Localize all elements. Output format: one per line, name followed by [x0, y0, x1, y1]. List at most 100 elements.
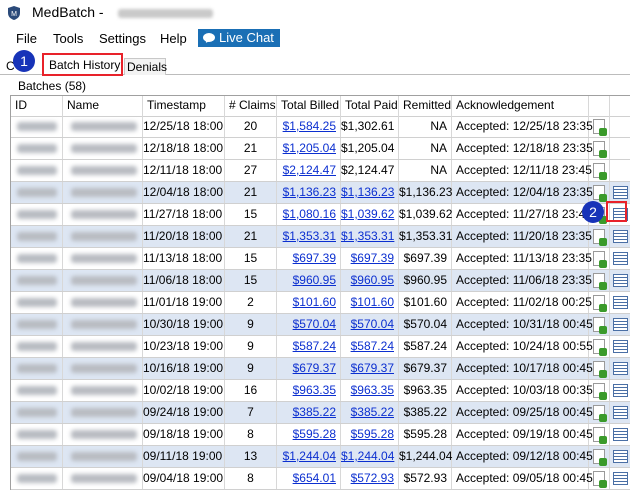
total-paid-value[interactable]: $385.22	[351, 405, 394, 419]
table-detail-icon[interactable]	[613, 340, 628, 353]
total-paid-value[interactable]: $101.60	[351, 295, 394, 309]
table-row[interactable]: 10/02/18 19:00 16 $963.35 $963.35 $963.35 Acc…	[11, 380, 630, 402]
total-billed-link[interactable]: $1,136.23	[283, 185, 336, 199]
total-billed-link[interactable]: $963.35	[293, 383, 336, 397]
name-cell	[63, 270, 143, 291]
table-row[interactable]: 11/27/18 18:00 15 $1,080.16 $1,039.62 $1,039…	[11, 204, 630, 226]
total-billed-link[interactable]: $1,244.04	[283, 449, 336, 463]
doc-cell	[589, 336, 610, 357]
total-billed-link[interactable]: $697.39	[293, 251, 336, 265]
table-row[interactable]: 10/30/18 19:00 9 $570.04 $570.04 $570.04 Acce…	[11, 314, 630, 336]
document-download-icon[interactable]	[593, 339, 607, 356]
document-download-icon[interactable]	[593, 383, 607, 400]
total-paid-value[interactable]: $572.93	[351, 471, 394, 485]
total-billed-link[interactable]: $101.60	[293, 295, 336, 309]
col-header-total-billed[interactable]: Total Billed	[277, 96, 341, 116]
table-row[interactable]: 12/18/18 18:00 21 $1,205.04 $1,205.04 NA Acce…	[11, 138, 630, 160]
total-billed-link[interactable]: $2,124.47	[283, 163, 336, 177]
col-header-claims[interactable]: # Claims	[225, 96, 277, 116]
total-billed-link[interactable]: $1,353.31	[283, 229, 336, 243]
menu-file[interactable]: File	[16, 31, 37, 46]
total-paid-value[interactable]: $963.35	[351, 383, 394, 397]
total-paid-value[interactable]: $595.28	[351, 427, 394, 441]
col-header-timestamp[interactable]: Timestamp	[143, 96, 225, 116]
col-header-id[interactable]: ID	[11, 96, 63, 116]
table-detail-icon[interactable]	[613, 472, 628, 485]
total-billed-link[interactable]: $595.28	[293, 427, 336, 441]
document-download-icon[interactable]	[593, 119, 607, 136]
total-billed-link[interactable]: $385.22	[293, 405, 336, 419]
col-header-remitted[interactable]: Remitted	[399, 96, 452, 116]
table-detail-icon[interactable]	[613, 318, 628, 331]
table-row[interactable]: 11/20/18 18:00 21 $1,353.31 $1,353.31 $1,353…	[11, 226, 630, 248]
document-download-icon[interactable]	[593, 163, 607, 180]
table-detail-icon[interactable]	[613, 362, 628, 375]
total-billed-link[interactable]: $679.37	[293, 361, 336, 375]
table-detail-icon[interactable]	[613, 274, 628, 287]
table-row[interactable]: 11/06/18 18:00 15 $960.95 $960.95 $960.95 Acc…	[11, 270, 630, 292]
document-download-icon[interactable]	[593, 361, 607, 378]
total-billed-link[interactable]: $570.04	[293, 317, 336, 331]
total-paid-value[interactable]: $697.39	[351, 251, 394, 265]
document-download-icon[interactable]	[593, 251, 607, 268]
total-paid-value[interactable]: $1,244.04	[341, 449, 394, 463]
redacted-id	[17, 452, 57, 461]
table-row[interactable]: 10/23/18 19:00 9 $587.24 $587.24 $587.24 Acce…	[11, 336, 630, 358]
document-download-icon[interactable]	[593, 185, 607, 202]
doc-cell	[589, 160, 610, 181]
document-download-icon[interactable]	[593, 405, 607, 422]
table-detail-icon[interactable]	[613, 296, 628, 309]
table-row[interactable]: 10/16/18 19:00 9 $679.37 $679.37 $679.37 Acce…	[11, 358, 630, 380]
document-download-icon[interactable]	[593, 273, 607, 290]
document-download-icon[interactable]	[593, 229, 607, 246]
name-cell	[63, 116, 143, 137]
total-paid-value[interactable]: $1,353.31	[341, 229, 394, 243]
total-billed-link[interactable]: $960.95	[293, 273, 336, 287]
table-row[interactable]: 09/04/18 19:00 8 $654.01 $572.93 $572.93 Acce…	[11, 468, 630, 490]
menu-help[interactable]: Help	[160, 31, 187, 46]
total-billed-link[interactable]: $587.24	[293, 339, 336, 353]
menu-settings[interactable]: Settings	[99, 31, 146, 46]
total-billed-link[interactable]: $1,205.04	[283, 141, 336, 155]
table-detail-icon[interactable]	[613, 406, 628, 419]
col-header-total-paid[interactable]: Total Paid	[341, 96, 399, 116]
total-paid-value[interactable]: $587.24	[351, 339, 394, 353]
total-paid-value[interactable]: $960.95	[351, 273, 394, 287]
acknowledgement-cell: Accepted: 11/27/18 23:45	[452, 204, 592, 225]
document-download-icon[interactable]	[593, 295, 607, 312]
table-detail-icon[interactable]	[613, 186, 628, 199]
table-row[interactable]: 12/25/18 18:00 20 $1,584.25 $1,302.61 NA Acce…	[11, 116, 630, 138]
total-paid-value[interactable]: $1,136.23	[341, 185, 394, 199]
table-detail-icon[interactable]	[613, 450, 628, 463]
table-detail-icon[interactable]	[613, 230, 628, 243]
document-download-icon[interactable]	[593, 317, 607, 334]
doc-cell	[589, 402, 610, 423]
document-download-icon[interactable]	[593, 427, 607, 444]
total-paid-value[interactable]: $1,039.62	[341, 207, 394, 221]
live-chat-button[interactable]: Live Chat	[198, 29, 280, 47]
document-download-icon[interactable]	[593, 141, 607, 158]
table-detail-icon[interactable]	[613, 252, 628, 265]
menu-tools[interactable]: Tools	[53, 31, 83, 46]
tab-denials[interactable]: Denials	[124, 58, 167, 75]
total-paid-value[interactable]: $570.04	[351, 317, 394, 331]
table-row[interactable]: 12/11/18 18:00 27 $2,124.47 $2,124.47 NA Acce…	[11, 160, 630, 182]
col-header-acknowledgement[interactable]: Acknowledgement	[452, 96, 589, 116]
table-row[interactable]: 11/13/18 18:00 15 $697.39 $697.39 $697.39 Acc…	[11, 248, 630, 270]
total-billed-link[interactable]: $654.01	[293, 471, 336, 485]
table-detail-icon[interactable]	[613, 384, 628, 397]
table-detail-icon[interactable]	[613, 428, 628, 441]
total-billed-link[interactable]: $1,080.16	[283, 207, 336, 221]
document-download-icon[interactable]	[593, 471, 607, 488]
total-paid-value[interactable]: $679.37	[351, 361, 394, 375]
table-row[interactable]: 11/01/18 19:00 2 $101.60 $101.60 $101.60 Acce…	[11, 292, 630, 314]
table-row[interactable]: 09/11/18 19:00 13 $1,244.04 $1,244.04 $1,244…	[11, 446, 630, 468]
remitted-cell: NA	[399, 160, 452, 181]
table-row[interactable]: 09/24/18 19:00 7 $385.22 $385.22 $385.22 Acce…	[11, 402, 630, 424]
document-download-icon[interactable]	[593, 449, 607, 466]
table-row[interactable]: 09/18/18 19:00 8 $595.28 $595.28 $595.28 Acce…	[11, 424, 630, 446]
col-header-name[interactable]: Name	[63, 96, 143, 116]
id-cell	[11, 446, 63, 467]
total-billed-link[interactable]: $1,584.25	[283, 119, 336, 133]
table-row[interactable]: 12/04/18 18:00 21 $1,136.23 $1,136.23 $1,136…	[11, 182, 630, 204]
